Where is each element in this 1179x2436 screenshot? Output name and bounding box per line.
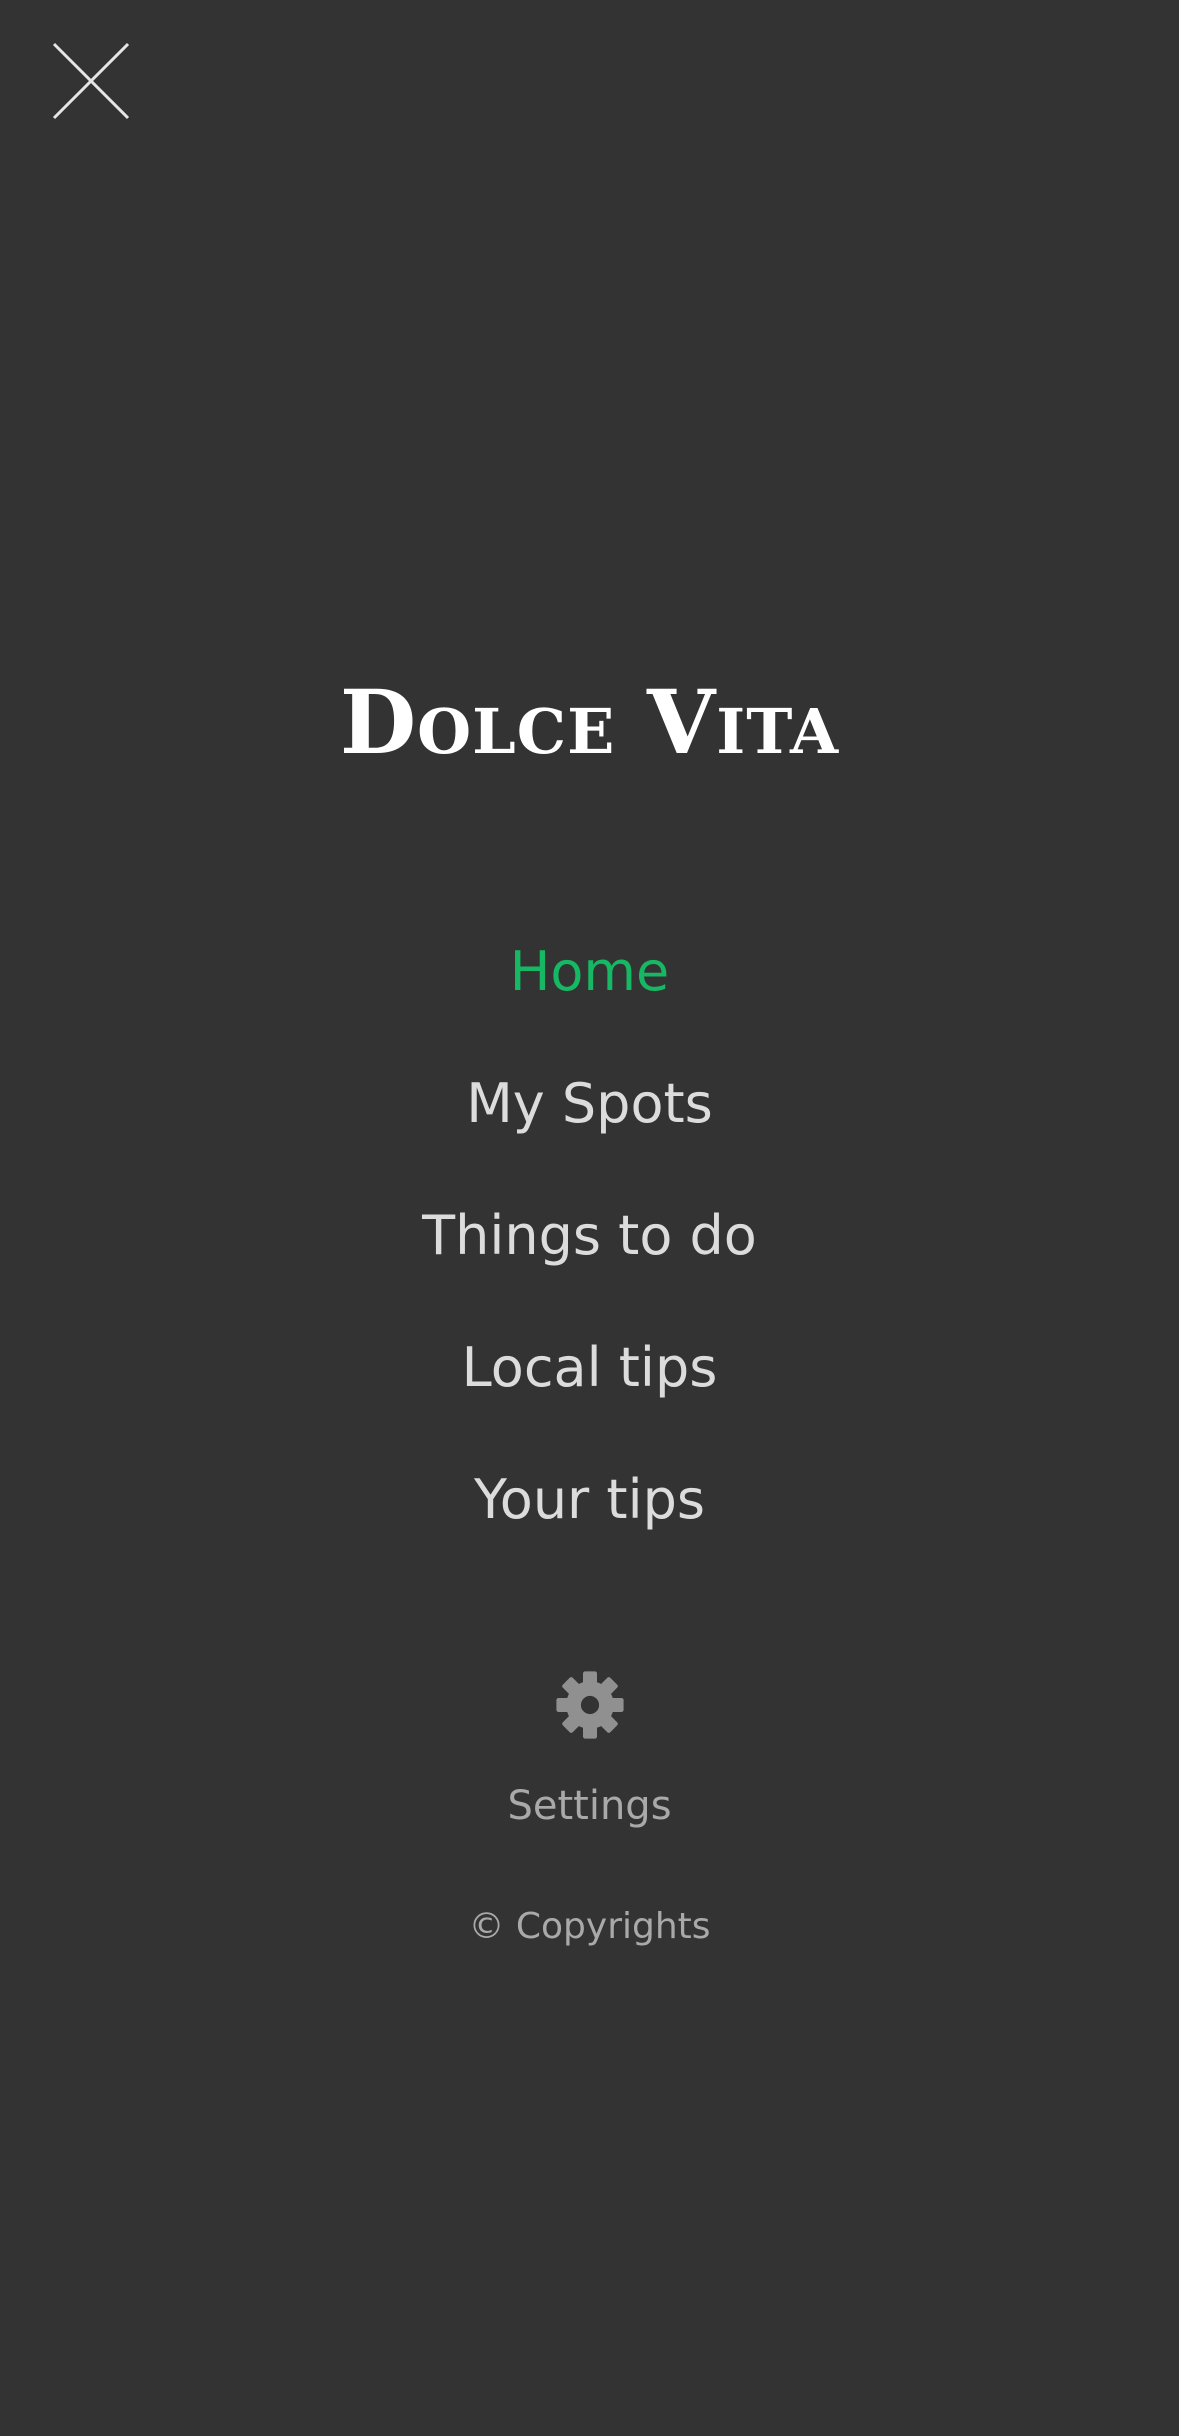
nav-item-local-tips[interactable]: Local tips: [0, 1318, 1179, 1450]
settings-button[interactable]: [555, 1670, 625, 1740]
main-nav: Home My Spots Things to do Local tips Yo…: [0, 922, 1179, 1582]
nav-item-things-to-do[interactable]: Things to do: [0, 1186, 1179, 1318]
nav-item-my-spots[interactable]: My Spots: [0, 1054, 1179, 1186]
copyright-text: © Copyrights: [468, 1906, 711, 1947]
nav-item-your-tips[interactable]: Your tips: [0, 1450, 1179, 1582]
gear-icon: [556, 1671, 624, 1739]
settings-label[interactable]: Settings: [0, 1776, 1179, 1836]
close-icon: [52, 42, 130, 120]
nav-item-home[interactable]: Home: [0, 922, 1179, 1054]
close-button[interactable]: [48, 38, 134, 124]
brand-title: Dolce Vita: [339, 670, 840, 774]
